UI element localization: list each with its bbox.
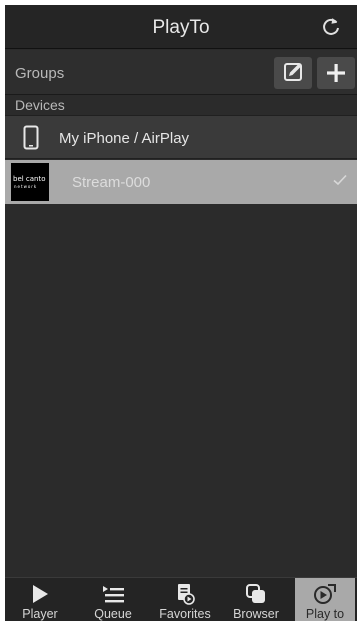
device-name: My iPhone / AirPlay	[59, 130, 190, 147]
app-frame: PlayTo Groups Devices My iPhone / AirPla…	[5, 5, 357, 621]
devices-section-header: Devices	[5, 96, 357, 115]
add-group-button[interactable]	[317, 57, 355, 89]
device-row-iphone[interactable]: My iPhone / AirPlay	[5, 115, 357, 159]
tab-label: Queue	[94, 607, 132, 621]
nav-bar: PlayTo	[5, 5, 357, 49]
queue-list-icon	[103, 586, 124, 603]
browser-icon	[246, 584, 265, 603]
tab-favorites[interactable]: Favorites	[155, 578, 215, 621]
checkmark-icon	[333, 174, 347, 186]
play-to-icon	[314, 584, 336, 604]
tab-label: Play to	[305, 607, 345, 621]
logo-subtext: network	[14, 184, 38, 189]
tab-label: Browser	[233, 607, 279, 621]
logo-text: bel canto	[13, 175, 46, 183]
tab-play-to[interactable]: Play to	[295, 578, 355, 621]
edit-icon	[284, 63, 302, 81]
tab-label: Favorites	[159, 607, 211, 621]
phone-icon	[23, 125, 39, 150]
device-name: Stream-000	[72, 174, 151, 191]
refresh-button[interactable]	[319, 15, 343, 39]
tab-player[interactable]: Player	[10, 578, 70, 621]
bel-canto-logo: bel canto network	[11, 163, 49, 201]
edit-groups-button[interactable]	[274, 57, 312, 89]
tab-label: Player	[22, 607, 58, 621]
devices-label: Devices	[15, 97, 65, 113]
favorites-icon	[178, 584, 195, 605]
tab-queue[interactable]: Queue	[83, 578, 143, 621]
plus-icon	[327, 64, 345, 82]
tab-bar: Player Queue Favorites Browser Play to	[5, 577, 357, 621]
refresh-icon	[323, 18, 339, 35]
groups-label: Groups	[15, 65, 65, 82]
play-icon	[33, 585, 48, 603]
device-row-stream[interactable]: bel canto network Stream-000	[5, 160, 357, 204]
tab-browser[interactable]: Browser	[226, 578, 286, 621]
page-title: PlayTo	[152, 17, 210, 38]
groups-bar: Groups	[5, 50, 357, 95]
